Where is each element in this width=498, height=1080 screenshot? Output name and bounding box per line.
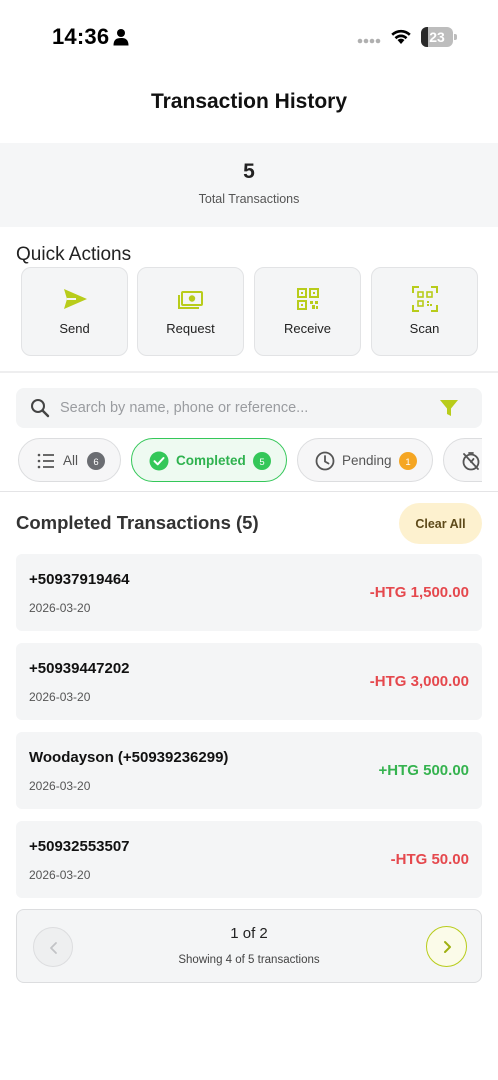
battery-level: 23 (429, 29, 445, 45)
list-icon (37, 453, 54, 469)
transaction-date: 2026-03-20 (29, 601, 91, 615)
request-button[interactable]: Request (137, 267, 244, 356)
page-indicator: 1 of 2 (230, 925, 268, 942)
clock-icon (315, 451, 335, 471)
wifi-icon (391, 29, 411, 44)
status-bar: 14:36 23 (0, 0, 498, 74)
battery-icon: 23 (421, 27, 457, 47)
tab-expired[interactable] (443, 438, 482, 482)
request-label: Request (166, 321, 215, 336)
check-circle-icon (149, 451, 169, 471)
divider (0, 371, 498, 373)
transaction-amount: -HTG 1,500.00 (369, 584, 469, 601)
quick-actions-title: Quick Actions (16, 244, 132, 265)
transaction-name: Woodayson (+50939236299) (29, 749, 229, 766)
transaction-amount: -HTG 50.00 (390, 851, 469, 868)
total-label: Total Transactions (198, 192, 300, 206)
tab-all-label: All (63, 453, 79, 468)
send-icon (64, 289, 87, 309)
transaction-date: 2026-03-20 (29, 779, 91, 793)
tab-pending-badge: 1 (399, 452, 417, 470)
search-bar (16, 388, 482, 428)
pagination: 1 of 2 Showing 4 of 5 transactions (16, 909, 482, 983)
cellular-signal-icon (357, 38, 381, 44)
timer-off-icon (462, 452, 480, 471)
transaction-amount: -HTG 3,000.00 (369, 673, 469, 690)
transaction-name: +50939447202 (29, 660, 130, 677)
tab-completed-label: Completed (176, 453, 246, 468)
search-input[interactable] (60, 388, 430, 428)
transaction-date: 2026-03-20 (29, 868, 91, 882)
person-icon (113, 29, 129, 46)
receive-label: Receive (284, 321, 331, 336)
transaction-name: +50937919464 (29, 571, 130, 588)
total-count: 5 (243, 160, 255, 183)
filter-icon[interactable] (439, 398, 459, 418)
chevron-right-icon (444, 941, 451, 953)
status-time: 14:36 (52, 24, 110, 49)
filter-tabs: All 6 Completed 5 Pending 1 (16, 438, 482, 482)
clear-all-button[interactable]: Clear All (399, 503, 482, 544)
transaction-amount: +HTG 500.00 (378, 762, 469, 779)
transaction-row[interactable]: +50939447202 2026-03-20 -HTG 3,000.00 (16, 643, 482, 720)
cash-icon (178, 291, 203, 309)
tab-all[interactable]: All 6 (18, 438, 121, 482)
page-info: Showing 4 of 5 transactions (178, 954, 320, 966)
list-title: Completed Transactions (5) (16, 512, 259, 533)
transaction-name: +50932553507 (29, 838, 130, 855)
page-title: Transaction History (150, 90, 348, 113)
search-icon (31, 399, 50, 418)
send-label: Send (59, 321, 90, 336)
transaction-date: 2026-03-20 (29, 690, 91, 704)
qr-code-icon (297, 288, 319, 310)
scan-label: Scan (409, 321, 440, 336)
transaction-row[interactable]: +50937919464 2026-03-20 -HTG 1,500.00 (16, 554, 482, 631)
transaction-row[interactable]: Woodayson (+50939236299) 2026-03-20 +HTG… (16, 732, 482, 809)
receive-button[interactable]: Receive (254, 267, 361, 356)
divider (0, 491, 498, 492)
send-button[interactable]: Send (21, 267, 128, 356)
next-page-button[interactable] (426, 926, 467, 967)
summary-card: 5 Total Transactions (0, 143, 498, 227)
tab-all-badge: 6 (87, 452, 105, 470)
scan-icon (412, 286, 438, 312)
tab-completed[interactable]: Completed 5 (131, 438, 287, 482)
scan-button[interactable]: Scan (371, 267, 478, 356)
tab-pending-label: Pending (342, 453, 392, 468)
transaction-row[interactable]: +50932553507 2026-03-20 -HTG 50.00 (16, 821, 482, 898)
tab-completed-badge: 5 (253, 452, 271, 470)
tab-pending[interactable]: Pending 1 (297, 438, 433, 482)
